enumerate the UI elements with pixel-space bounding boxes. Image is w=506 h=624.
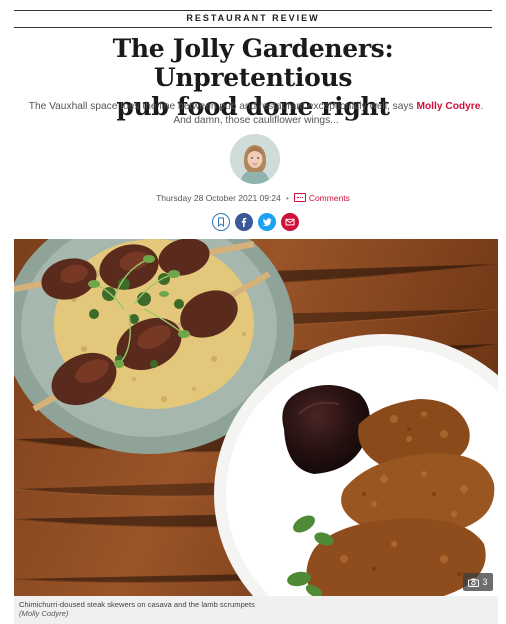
bookmark-button[interactable]: [212, 213, 230, 231]
section-kicker[interactable]: RESTAURANT REVIEW: [0, 13, 506, 23]
bookmark-icon: [218, 217, 224, 227]
share-bar: [212, 213, 299, 231]
hero-photo[interactable]: 3: [14, 239, 498, 596]
comments-label: Comments: [308, 193, 350, 203]
author-avatar[interactable]: [230, 134, 280, 184]
author-link[interactable]: Molly Codyre: [416, 101, 480, 112]
publish-date: Thursday 28 October 2021 09:24: [156, 193, 281, 203]
photo-caption: Chimichurri-doused steak skewers on casa…: [19, 600, 255, 609]
comments-link[interactable]: Comments: [293, 193, 350, 203]
gallery-count: 3: [482, 577, 488, 587]
headline-line-1: The Jolly Gardeners: Unpretentious: [112, 34, 394, 92]
meta-separator: •: [285, 193, 289, 203]
article-meta: Thursday 28 October 2021 09:24 • Comments: [0, 193, 506, 203]
facebook-share-button[interactable]: [235, 213, 253, 231]
email-share-button[interactable]: [281, 213, 299, 231]
camera-icon: [468, 578, 480, 587]
kicker-top-rule: [14, 10, 492, 11]
gallery-count-button[interactable]: 3: [463, 573, 493, 591]
photo-credit: (Molly Codyre): [19, 609, 69, 618]
kicker-bottom-rule: [14, 27, 492, 28]
comment-icon: [293, 193, 306, 202]
article-standfirst: The Vauxhall space toes the line between…: [20, 100, 492, 128]
email-icon: [285, 218, 295, 226]
standfirst-text: The Vauxhall space toes the line between…: [28, 101, 417, 112]
twitter-icon: [262, 218, 272, 226]
twitter-share-button[interactable]: [258, 213, 276, 231]
facebook-icon: [241, 217, 247, 227]
